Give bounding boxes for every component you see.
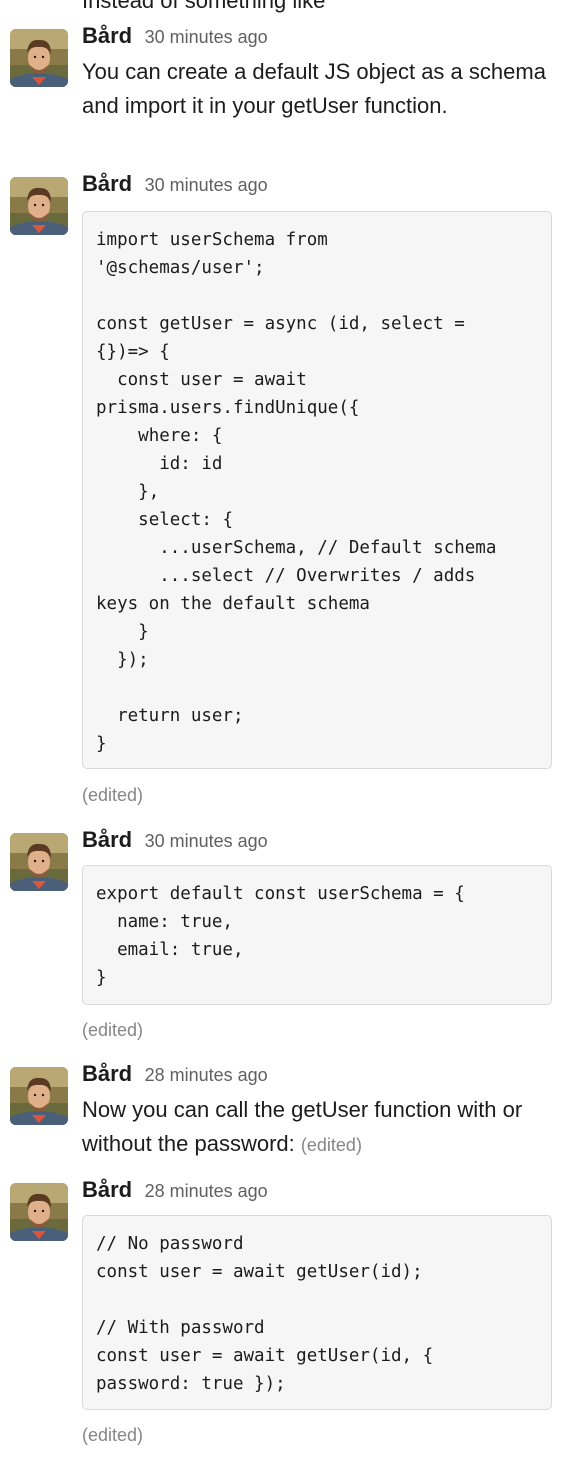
avatar[interactable] <box>10 177 68 235</box>
message-header: Bård 28 minutes ago <box>82 1177 268 1207</box>
message-text: You can create a default JS object as a … <box>82 59 546 118</box>
author-name[interactable]: Bård <box>82 827 132 852</box>
code-block: export default const userSchema = { name… <box>82 865 552 1005</box>
timestamp[interactable]: 30 minutes ago <box>145 175 268 195</box>
avatar[interactable] <box>10 1067 68 1125</box>
user-avatar-icon <box>10 177 68 235</box>
timestamp[interactable]: 30 minutes ago <box>145 27 268 47</box>
message-text: Now you can call the getUser function wi… <box>82 1093 562 1162</box>
edited-label: (edited) <box>300 1135 362 1155</box>
message-feed: Instead of something like Bård 30 minute… <box>0 0 574 1474</box>
avatar[interactable] <box>10 1183 68 1241</box>
user-avatar-icon <box>10 29 68 87</box>
code-block: import userSchema from '@schemas/user'; … <box>82 211 552 769</box>
edited-label: (edited) <box>82 785 144 805</box>
code-block: // No password const user = await getUse… <box>82 1215 552 1410</box>
user-avatar-icon <box>10 1067 68 1125</box>
user-avatar-icon <box>10 1183 68 1241</box>
edited-label: (edited) <box>82 1425 144 1445</box>
author-name[interactable]: Bård <box>82 1061 132 1086</box>
message-header: Bård 30 minutes ago <box>82 23 268 53</box>
avatar[interactable] <box>10 29 68 87</box>
user-avatar-icon <box>10 833 68 891</box>
avatar[interactable] <box>10 833 68 891</box>
timestamp[interactable]: 28 minutes ago <box>145 1181 268 1201</box>
edited-label: (edited) <box>82 1020 144 1040</box>
author-name[interactable]: Bård <box>82 1177 132 1202</box>
message-header: Bård 30 minutes ago <box>82 171 268 201</box>
message-header: Bård 28 minutes ago <box>82 1061 268 1091</box>
timestamp[interactable]: 30 minutes ago <box>145 831 268 851</box>
previous-message-text: Instead of something like <box>82 0 326 13</box>
message-header: Bård 30 minutes ago <box>82 827 268 857</box>
author-name[interactable]: Bård <box>82 171 132 196</box>
author-name[interactable]: Bård <box>82 23 132 48</box>
timestamp[interactable]: 28 minutes ago <box>145 1065 268 1085</box>
